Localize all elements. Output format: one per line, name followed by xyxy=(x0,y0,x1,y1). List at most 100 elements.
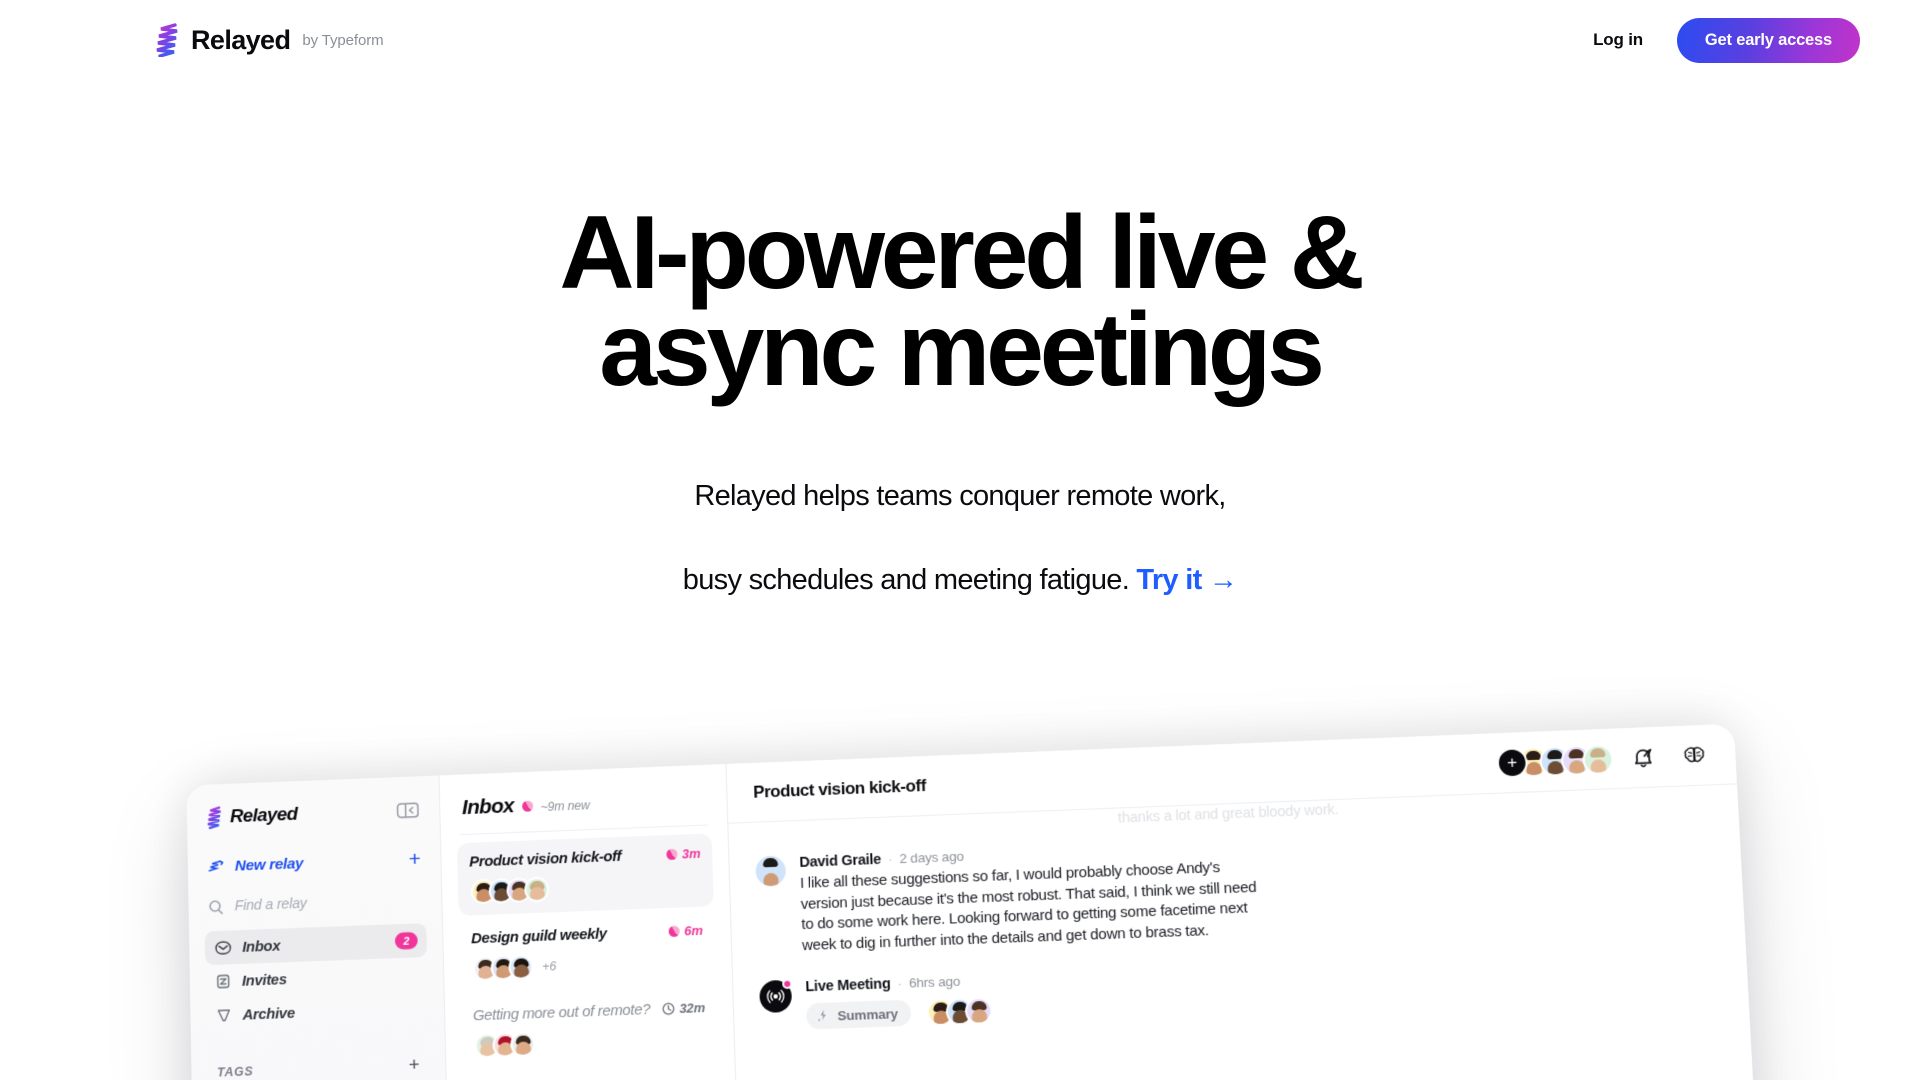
message-content: David Graile · 2 days ago I like all the… xyxy=(799,837,1261,957)
live-meeting-separator: · xyxy=(897,975,903,991)
hero-subtitle: Relayed helps teams conquer remote work,… xyxy=(0,434,1920,601)
landing-page: Relayed by Typeform Log in Get early acc… xyxy=(0,0,1920,1080)
broadcast-waves-icon xyxy=(765,986,786,1007)
inbox-envelope-icon xyxy=(215,940,232,956)
avatar xyxy=(510,1031,536,1058)
summary-label: Summary xyxy=(837,1005,899,1024)
sidebar-item-label: Invites xyxy=(241,970,287,990)
invites-icon xyxy=(215,973,231,990)
live-dot-icon xyxy=(665,848,678,861)
brand-byline: by Typeform xyxy=(302,31,384,49)
tags-title: TAGS xyxy=(216,1063,254,1080)
hero-section: AI-powered live & async meetings Relayed… xyxy=(0,195,1920,601)
new-relay-button[interactable]: New relay xyxy=(207,855,303,877)
avatar[interactable] xyxy=(1581,743,1615,775)
brand-logo[interactable]: Relayed by Typeform xyxy=(155,23,384,57)
inbox-list-title: Inbox xyxy=(461,794,515,820)
app-sidebar: Relayed New relay + Find a relay Inbox 2… xyxy=(186,775,452,1080)
inbox-list-header: Inbox ~9m new xyxy=(456,787,711,821)
relay-list-item[interactable]: Product vision kick-off 3m xyxy=(456,833,714,916)
relay-waves-icon xyxy=(207,859,225,876)
sidebar-item-archive[interactable]: Archive xyxy=(206,991,429,1033)
brand-name: Relayed xyxy=(191,24,291,55)
relay-item-duration: 6m xyxy=(684,922,703,939)
page-title: AI-powered live & async meetings xyxy=(559,195,1364,408)
sparkle-icon xyxy=(818,1009,826,1022)
sidebar-brand-name: Relayed xyxy=(229,803,298,827)
live-dot-icon xyxy=(668,925,680,938)
live-meeting-header: Live Meeting · 6hrs ago xyxy=(805,972,984,995)
search-placeholder: Find a relay xyxy=(234,895,307,915)
add-tag-icon[interactable]: + xyxy=(408,1054,419,1075)
relay-item-meta: 6m xyxy=(668,923,703,939)
new-relay-row[interactable]: New relay + xyxy=(203,848,425,877)
message-author: David Graile xyxy=(799,851,882,871)
relay-item-avatars xyxy=(473,1025,706,1059)
relay-item-avatars: +6 xyxy=(472,948,704,982)
message-text: I like all these suggestions so far, I w… xyxy=(799,858,1257,955)
archive-icon xyxy=(216,1007,232,1024)
conversation-panel: Product vision kick-off + thanks a lot a… xyxy=(726,723,1763,1080)
relay-item-meta: 32m xyxy=(661,1000,705,1017)
inbox-unread-badge: 2 xyxy=(394,931,418,950)
new-relay-label: New relay xyxy=(234,854,304,875)
live-meeting-timestamp: 6hrs ago xyxy=(908,973,961,991)
relay-item-header: Design guild weekly 6m xyxy=(471,922,703,948)
ai-brain-icon[interactable] xyxy=(1681,743,1707,768)
live-status-dot xyxy=(782,978,793,989)
collapse-sidebar-icon[interactable] xyxy=(396,801,420,820)
login-link[interactable]: Log in xyxy=(1587,22,1649,58)
relayed-squiggle-icon xyxy=(156,23,178,57)
inbox-list-panel: Inbox ~9m new Product vision kick-off 3m xyxy=(439,763,743,1080)
sidebar-brand[interactable]: Relayed xyxy=(206,803,298,829)
get-early-access-button[interactable]: Get early access xyxy=(1676,17,1860,63)
message-timestamp: 2 days ago xyxy=(899,848,964,867)
live-meeting-title: Live Meeting xyxy=(805,975,891,996)
relay-item-duration: 3m xyxy=(681,845,701,862)
sidebar-item-label: Inbox xyxy=(242,937,281,956)
relay-item-header: Product vision kick-off 3m xyxy=(469,845,701,871)
clock-icon xyxy=(661,1002,674,1016)
relay-item-title: Product vision kick-off xyxy=(469,847,622,871)
nav-actions: Log in Get early access xyxy=(1587,17,1860,63)
relay-item-avatars xyxy=(470,871,702,905)
avatar[interactable] xyxy=(755,855,787,887)
summary-button[interactable]: Summary xyxy=(805,999,912,1030)
search-relay-input[interactable]: Find a relay xyxy=(204,891,426,915)
avatar xyxy=(964,996,994,1025)
relay-item-title: Getting more out of remote? xyxy=(472,1000,651,1025)
hero-subtitle-line2: busy schedules and meeting fatigue. xyxy=(682,563,1137,596)
conversation-title: Product vision kick-off xyxy=(752,775,927,802)
sidebar-item-label: Archive xyxy=(242,1004,295,1024)
conversation-toolbar: + xyxy=(1496,739,1707,779)
message-item: David Graile · 2 days ago I like all the… xyxy=(755,820,1715,959)
live-meeting-avatars xyxy=(926,996,994,1027)
avatar xyxy=(508,954,534,981)
sidebar-nav-list: Inbox 2 Invites Archive xyxy=(204,923,429,1033)
app-mockup-stage: Relayed New relay + Find a relay Inbox 2… xyxy=(0,600,1920,1080)
live-meeting-item: Live Meeting · 6hrs ago Summary xyxy=(759,946,1719,1032)
relay-item-duration: 32m xyxy=(679,999,706,1016)
live-meeting-badge xyxy=(759,978,793,1013)
inbox-new-meta: ~9m new xyxy=(540,798,590,815)
avatar xyxy=(524,876,550,903)
sidebar-header: Relayed xyxy=(202,798,423,829)
conversation-body: thanks a lot and great bloody work. Davi… xyxy=(728,784,1762,1080)
relay-item-meta: 3m xyxy=(665,845,701,862)
live-meeting-actions: Summary xyxy=(805,996,994,1031)
notification-bell-check-icon[interactable] xyxy=(1630,745,1656,770)
relay-item-extra-count: +6 xyxy=(542,958,557,974)
divider xyxy=(460,824,708,836)
relay-list-item[interactable]: Design guild weekly 6m +6 xyxy=(459,910,716,993)
app-window: Relayed New relay + Find a relay Inbox 2… xyxy=(186,723,1763,1080)
try-it-link[interactable]: Try it → xyxy=(1136,564,1237,596)
live-meeting-content: Live Meeting · 6hrs ago Summary xyxy=(805,972,994,1031)
relay-item-header: Getting more out of remote? 32m xyxy=(473,999,705,1024)
search-icon xyxy=(208,899,224,915)
relay-item-title: Design guild weekly xyxy=(470,925,607,948)
member-avatar-stack: + xyxy=(1496,743,1615,779)
relayed-squiggle-icon xyxy=(206,806,223,829)
add-relay-icon[interactable]: + xyxy=(408,848,421,871)
relay-list-item[interactable]: Getting more out of remote? 32m xyxy=(461,987,719,1069)
message-separator: · xyxy=(887,851,893,867)
